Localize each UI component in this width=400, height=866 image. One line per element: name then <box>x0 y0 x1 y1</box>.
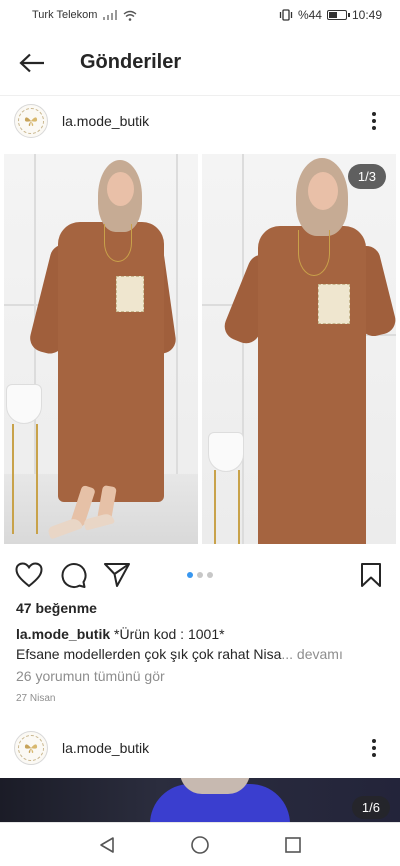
post-image-right: 1/3 <box>202 154 396 544</box>
back-button[interactable] <box>0 30 64 96</box>
necklace <box>298 230 330 276</box>
dress-pocket <box>318 284 350 324</box>
page-title: Gönderiler <box>80 51 182 73</box>
app-header: Gönderiler <box>0 30 400 96</box>
caption-first-line: la.mode_butik *Ürün kod : 1001* <box>16 624 386 644</box>
view-comments-link[interactable]: 26 yorumun tümünü gör <box>16 668 165 684</box>
carousel-dot <box>197 572 203 578</box>
caption-second-line: Efsane modellerden çok şık çok rahat Nis… <box>16 644 386 664</box>
more-vertical-icon <box>372 739 376 743</box>
heart-icon <box>15 562 43 588</box>
image-counter-badge: 1/3 <box>347 164 386 189</box>
nav-back-button[interactable] <box>87 825 127 865</box>
battery-percent: %44 <box>297 8 322 22</box>
more-dot <box>372 746 376 750</box>
comment-icon <box>61 562 87 588</box>
nav-recents-button[interactable] <box>273 825 313 865</box>
nav-home-button[interactable] <box>180 825 220 865</box>
system-navigation-bar <box>0 822 400 866</box>
next-post-header: la.mode_butik <box>0 720 400 776</box>
carousel-indicator <box>187 572 213 578</box>
battery-fill <box>328 12 337 18</box>
butterfly-logo-icon <box>18 735 44 761</box>
post-actions <box>0 558 400 592</box>
avatar[interactable] <box>14 731 48 765</box>
carousel-dot <box>207 572 213 578</box>
face <box>107 172 134 206</box>
lamp-shade <box>6 384 42 424</box>
post-date: 27 Nisan <box>16 693 56 704</box>
comment-button[interactable] <box>58 560 88 590</box>
more-options-button[interactable] <box>362 732 386 764</box>
lamp-stand <box>12 424 38 534</box>
next-image-counter-badge: 1/6 <box>351 796 390 819</box>
clock: 10:49 <box>351 8 382 22</box>
post-header: la.mode_butik <box>0 93 400 149</box>
carousel-dot <box>187 572 193 578</box>
battery-icon <box>326 10 350 20</box>
wifi-icon <box>123 10 137 21</box>
post-caption: la.mode_butik *Ürün kod : 1001* Efsane m… <box>16 624 386 664</box>
status-bar: Turk Telekom %44 10:49 <box>0 0 400 30</box>
post-username[interactable]: la.mode_butik <box>62 113 362 129</box>
nav-recents-square-icon <box>285 836 302 853</box>
next-post-username[interactable]: la.mode_butik <box>62 740 362 756</box>
necklace <box>104 224 132 262</box>
caption-text-1: *Ürün kod : 1001* <box>114 626 225 642</box>
caption-username[interactable]: la.mode_butik <box>16 626 110 642</box>
status-right: %44 10:49 <box>279 8 382 22</box>
post-image-left <box>4 154 198 544</box>
more-dot <box>372 126 376 130</box>
lamp-shade <box>208 432 244 472</box>
dress-pocket <box>116 276 144 312</box>
share-button[interactable] <box>102 560 132 590</box>
avatar[interactable] <box>14 104 48 138</box>
lamp-stand <box>214 470 240 544</box>
nav-back-triangle-icon <box>99 836 114 853</box>
post-media[interactable]: 1/3 <box>4 154 396 544</box>
face <box>308 172 338 210</box>
nav-home-circle-icon <box>191 835 209 854</box>
signal-icon <box>103 10 118 20</box>
more-options-button[interactable] <box>362 105 386 137</box>
like-count[interactable]: 47 beğenme <box>16 600 97 616</box>
caption-more-link[interactable]: ... devamı <box>281 646 342 662</box>
more-dot <box>372 753 376 757</box>
next-post-media[interactable]: 1/6 <box>0 778 400 822</box>
arrow-left-icon <box>19 53 44 72</box>
status-left: Turk Telekom <box>32 9 137 21</box>
carrier-name: Turk Telekom <box>32 9 98 21</box>
caption-text-2: Efsane modellerden çok şık çok rahat Nis… <box>16 646 282 662</box>
more-dot <box>372 119 376 123</box>
butterfly-logo-icon <box>18 108 44 134</box>
save-button[interactable] <box>356 560 386 590</box>
wall-panel-line <box>176 154 178 484</box>
bookmark-icon <box>361 563 381 587</box>
wall-panel-line <box>242 154 244 544</box>
more-vertical-icon <box>372 112 376 116</box>
vibrate-icon <box>279 9 293 21</box>
like-button[interactable] <box>14 560 44 590</box>
send-icon <box>104 563 130 587</box>
dress <box>58 222 164 502</box>
